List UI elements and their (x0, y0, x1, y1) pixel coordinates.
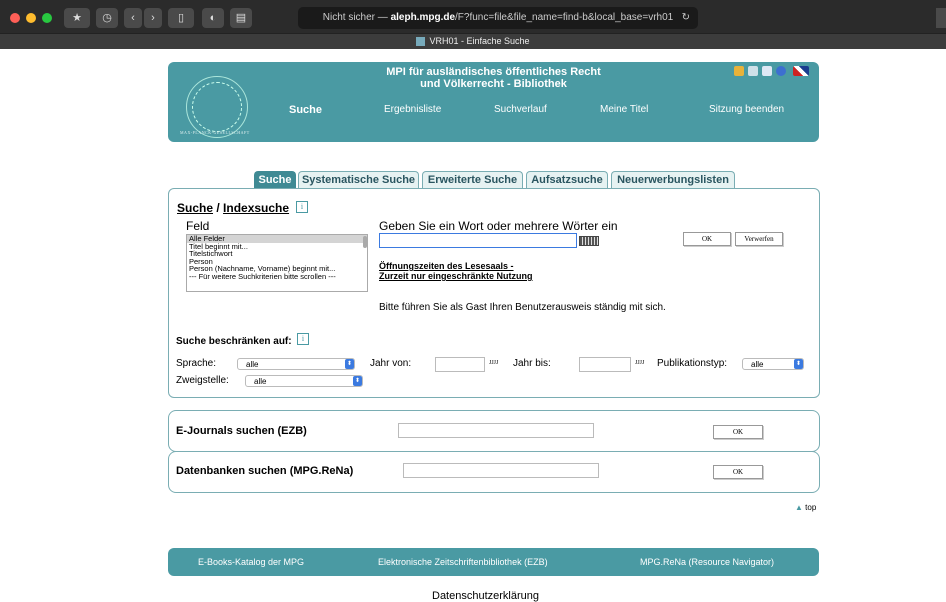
english-flag-icon[interactable] (793, 66, 809, 76)
field-listbox[interactable]: Alle Felder Titel beginnt mit... Titelst… (186, 234, 368, 292)
help-icon[interactable] (776, 66, 786, 76)
publikationstyp-label: Publikationstyp: (657, 358, 728, 369)
listbox-scrollbar[interactable] (363, 236, 367, 248)
tab-systematische-suche[interactable]: Systematische Suche (298, 171, 419, 188)
jahr-von-input[interactable] (435, 357, 485, 372)
notice-line1: Öffnungszeiten des Lesesaals - (379, 261, 514, 271)
nav-suche[interactable]: Suche (289, 104, 322, 116)
tab-neuerwerbungslisten[interactable]: Neuerwerbungslisten (611, 171, 735, 188)
sprache-value: alle (246, 360, 259, 369)
chevron-down-icon: ⬍ (353, 376, 362, 386)
search-heading: Suche / Indexsuche (177, 201, 289, 215)
zweigstelle-value: alle (254, 377, 267, 386)
zoom-window-button[interactable] (42, 13, 52, 23)
browser-tab[interactable]: VRH01 - Einfache Suche (0, 33, 946, 49)
jahr-bis-input[interactable] (579, 357, 631, 372)
zweigstelle-select[interactable]: alle ⬍ (245, 375, 363, 387)
field-option[interactable]: Titelstichwort (187, 250, 367, 258)
back-button[interactable]: ‹ (124, 8, 142, 28)
nav-ergebnisliste[interactable]: Ergebnisliste (384, 104, 441, 115)
key-icon[interactable] (748, 66, 758, 76)
library-title-line2: und Völkerrecht - Bibliothek (420, 78, 567, 90)
mail-icon[interactable] (762, 66, 772, 76)
browser-chrome: ★ ◷ ‹ › ▯ ◐ ▤ Nicht sicher — aleph.mpg.d… (0, 0, 946, 49)
feld-label: Feld (186, 219, 210, 233)
tab-aufsatzsuche[interactable]: Aufsatzsuche (526, 171, 608, 188)
print-icon[interactable]: ▤ (230, 8, 252, 28)
footer-links-bar: E-Books-Katalog der MPG Elektronische Ze… (168, 548, 819, 576)
ezb-link[interactable]: Elektronische Zeitschriftenbibliothek (E… (378, 557, 548, 567)
zweigstelle-label: Zweigstelle: (176, 375, 229, 386)
keyboard-icon[interactable] (579, 236, 599, 246)
tab-suche[interactable]: Suche (254, 171, 296, 188)
library-title: MPI für ausländisches öffentliches Recht… (168, 66, 819, 90)
bookmark-icon[interactable]: ★ (64, 8, 90, 28)
nav-suchverlauf[interactable]: Suchverlauf (494, 104, 547, 115)
shield-icon[interactable]: ◐ (202, 8, 224, 28)
top-link[interactable]: ▲ top (795, 503, 816, 512)
jahr-von-hint: JJJJ (489, 360, 499, 366)
arrow-up-icon: ▲ (795, 503, 803, 512)
reading-room-notice-link[interactable]: Öffnungszeiten des Lesesaals - Zurzeit n… (379, 261, 533, 281)
url-path: /F?func=file&file_name=find-b&local_base… (455, 12, 674, 23)
databases-ok-button[interactable]: OK (713, 465, 763, 479)
history-icon[interactable]: ◷ (96, 8, 118, 28)
reload-icon[interactable]: ↻ (682, 7, 690, 29)
mpg-rena-link[interactable]: MPG.ReNa (Resource Navigator) (640, 557, 774, 567)
folder-icon[interactable] (734, 66, 744, 76)
publikationstyp-value: alle (751, 360, 764, 369)
search-input[interactable] (379, 233, 577, 248)
top-link-label: top (805, 503, 817, 512)
restrict-heading: Suche beschränken auf: (176, 336, 292, 347)
indexsuche-link[interactable]: Indexsuche (223, 201, 289, 215)
restrict-info-icon[interactable]: i (297, 333, 309, 345)
window-edge (936, 8, 946, 28)
library-header: MAX-PLANCK-GESELLSCHAFT MPI für ausländi… (168, 62, 819, 142)
chevron-down-icon: ⬍ (345, 359, 354, 369)
privacy-link[interactable]: Datenschutzerklärung (432, 590, 539, 602)
favicon-icon (416, 37, 426, 47)
jahr-von-label: Jahr von: (370, 358, 412, 369)
field-option[interactable]: --- Für weitere Suchkriterien bitte scro… (187, 272, 367, 281)
tab-title: VRH01 - Einfache Suche (429, 36, 530, 46)
sidebar-icon[interactable]: ▯ (168, 8, 194, 28)
heading-separator: / (213, 201, 224, 215)
suche-link[interactable]: Suche (177, 201, 213, 215)
notice-line2: Zurzeit nur eingeschränkte Nutzung (379, 271, 533, 281)
search-prompt: Geben Sie ein Wort oder mehrere Wörter e… (379, 219, 618, 233)
library-title-line1: MPI für ausländisches öffentliches Recht (386, 66, 601, 78)
minimize-window-button[interactable] (26, 13, 36, 23)
databases-title: Datenbanken suchen (MPG.ReNa) (176, 465, 354, 477)
ejournals-title: E-Journals suchen (EZB) (176, 425, 307, 437)
sprache-label: Sprache: (176, 358, 217, 369)
sprache-select[interactable]: alle ⬍ (237, 358, 355, 370)
jahr-bis-label: Jahr bis: (513, 358, 551, 369)
forward-button[interactable]: › (144, 8, 162, 28)
databases-input[interactable] (403, 463, 599, 478)
verwerfen-button[interactable]: Verwerfen (735, 232, 783, 246)
jahr-bis-hint: JJJJ (635, 360, 645, 366)
chevron-down-icon: ⬍ (794, 359, 803, 369)
url-domain: aleph.mpg.de (390, 12, 456, 23)
address-bar[interactable]: Nicht sicher — aleph.mpg.de/F?func=file&… (298, 7, 698, 29)
info-icon[interactable]: i (296, 201, 308, 213)
publikationstyp-select[interactable]: alle ⬍ (742, 358, 804, 370)
ebooks-catalog-link[interactable]: E-Books-Katalog der MPG (198, 557, 304, 567)
guest-note: Bitte führen Sie als Gast Ihren Benutzer… (379, 302, 666, 313)
url-security-label: Nicht sicher — (322, 12, 391, 23)
ejournals-input[interactable] (398, 423, 594, 438)
nav-sitzung-beenden[interactable]: Sitzung beenden (709, 104, 784, 115)
close-window-button[interactable] (10, 13, 20, 23)
ok-button[interactable]: OK (683, 232, 731, 246)
ejournals-ok-button[interactable]: OK (713, 425, 763, 439)
seal-caption: MAX-PLANCK-GESELLSCHAFT (180, 130, 250, 135)
nav-meine-titel[interactable]: Meine Titel (600, 104, 648, 115)
tab-erweiterte-suche[interactable]: Erweiterte Suche (422, 171, 523, 188)
